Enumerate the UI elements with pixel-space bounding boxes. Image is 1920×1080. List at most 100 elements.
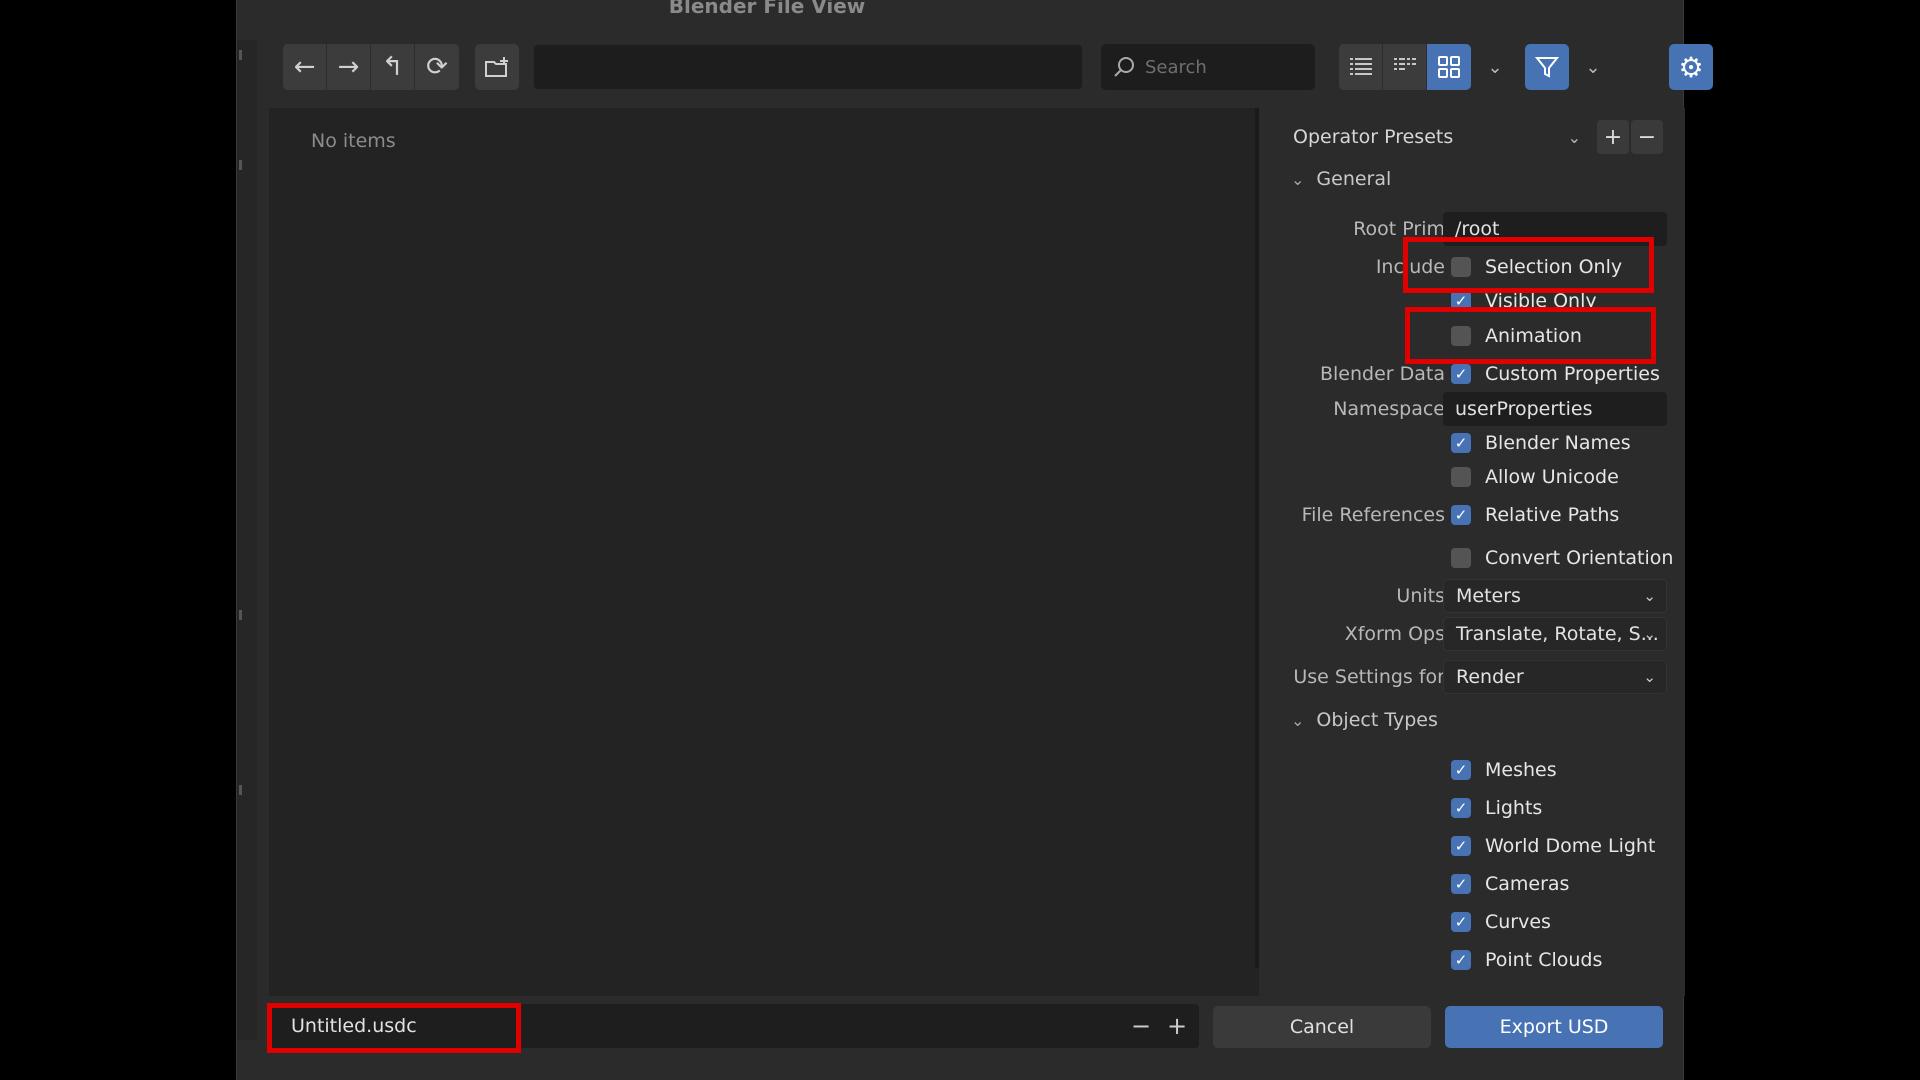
new-folder-button[interactable] [475, 44, 519, 90]
decrement-filename-button[interactable]: − [1123, 1004, 1159, 1048]
increment-filename-button[interactable]: + [1159, 1004, 1195, 1048]
gutter-mark [239, 160, 242, 170]
convert-orientation-checkbox[interactable]: Convert Orientation [1451, 547, 1673, 569]
vertical-list-view-button[interactable] [1339, 44, 1383, 90]
window-title: Blender File View [668, 0, 866, 18]
include-label: Include [1375, 256, 1445, 278]
object-type-checkbox-world-dome-light[interactable]: ✓ World Dome Light [1451, 835, 1655, 857]
operator-presets-dropdown[interactable]: Operator Presets ⌄ [1281, 120, 1591, 154]
general-section-header[interactable]: ⌄ General [1291, 168, 1391, 190]
checkbox-box [1451, 467, 1471, 487]
units-label: Units [1396, 585, 1445, 607]
use-settings-label: Use Settings for [1293, 666, 1445, 688]
checkbox-box [1451, 257, 1471, 277]
blender-names-label: Blender Names [1485, 432, 1631, 454]
object-type-checkbox-cameras[interactable]: ✓ Cameras [1451, 873, 1569, 895]
object-type-checkbox-point-clouds[interactable]: ✓ Point Clouds [1451, 949, 1602, 971]
operator-sidebar: Operator Presets ⌄ + − ⌄ General Root Pr… [1261, 108, 1685, 996]
vertical-list-icon [1349, 58, 1372, 75]
units-select[interactable]: Meters ⌄ [1443, 579, 1667, 613]
forward-button[interactable]: → [327, 44, 371, 90]
object-type-checkbox-curves[interactable]: ✓ Curves [1451, 911, 1551, 933]
remove-preset-button[interactable]: − [1631, 120, 1663, 154]
checkmark-icon: ✓ [1451, 798, 1471, 818]
custom-properties-checkbox[interactable]: ✓ Custom Properties [1451, 363, 1660, 385]
thumbnails-view-button[interactable] [1427, 44, 1471, 90]
animation-label: Animation [1485, 325, 1582, 347]
horizontal-list-icon [1393, 58, 1416, 70]
object-types-section-header[interactable]: ⌄ Object Types [1291, 709, 1438, 731]
new-folder-icon [485, 57, 508, 77]
gutter-mark [239, 785, 242, 795]
checkbox-box [1451, 548, 1471, 568]
arrow-up-icon: ↰ [381, 52, 404, 82]
visible-only-checkbox[interactable]: ✓ Visible Only [1451, 290, 1597, 312]
horizontal-list-view-button[interactable] [1383, 44, 1427, 90]
thumbnails-icon [1438, 56, 1460, 78]
plus-icon: + [1603, 124, 1623, 150]
animation-checkbox[interactable]: Animation [1451, 325, 1582, 347]
filter-settings-dropdown[interactable]: ⌄ [1573, 44, 1613, 90]
use-settings-select[interactable]: Render ⌄ [1443, 660, 1667, 694]
object-type-label: Meshes [1485, 759, 1557, 781]
object-type-checkbox-meshes[interactable]: ✓ Meshes [1451, 759, 1557, 781]
search-input[interactable] [1145, 56, 1305, 78]
object-type-label: World Dome Light [1485, 835, 1656, 857]
checkmark-icon: ✓ [1451, 433, 1471, 453]
add-preset-button[interactable]: + [1597, 120, 1629, 154]
file-list-area[interactable]: No items [269, 108, 1259, 996]
chevron-down-icon: ⌄ [1487, 56, 1503, 78]
arrow-right-icon: → [337, 52, 360, 82]
minus-icon: − [1130, 1012, 1152, 1040]
relative-paths-checkbox[interactable]: ✓ Relative Paths [1451, 504, 1619, 526]
search-field[interactable] [1101, 44, 1315, 90]
nav-button-group: ← → ↰ ⟳ [283, 44, 459, 90]
units-value: Meters [1456, 585, 1521, 607]
empty-state-text: No items [311, 130, 396, 152]
bottom-bar: Untitled.usdc − + Cancel Export USD [269, 1004, 1679, 1054]
filter-icon [1535, 57, 1559, 78]
left-gutter [237, 40, 257, 1040]
toolbar: ← → ↰ ⟳ Search ⌄ ⌄ ⚙ [283, 44, 1713, 90]
blender-data-label: Blender Data [1319, 363, 1445, 385]
parent-directory-button[interactable]: ↰ [371, 44, 415, 90]
checkmark-icon: ✓ [1451, 364, 1471, 384]
refresh-button[interactable]: ⟳ [415, 44, 459, 90]
chevron-down-icon: ⌄ [1643, 587, 1656, 605]
custom-properties-label: Custom Properties [1485, 363, 1660, 385]
cancel-button[interactable]: Cancel [1213, 1006, 1431, 1048]
display-mode-group [1339, 44, 1471, 90]
chevron-down-icon: ⌄ [1291, 169, 1305, 189]
blender-names-checkbox[interactable]: ✓ Blender Names [1451, 432, 1631, 454]
back-button[interactable]: ← [283, 44, 327, 90]
filename-input[interactable]: Untitled.usdc [269, 1004, 1199, 1048]
presets-label: Operator Presets [1293, 126, 1454, 148]
relative-paths-label: Relative Paths [1485, 504, 1620, 526]
chevron-down-icon: ⌄ [1291, 710, 1305, 730]
new-folder-group [475, 44, 519, 90]
settings-button[interactable]: ⚙ [1669, 44, 1713, 90]
export-usd-button[interactable]: Export USD [1445, 1006, 1663, 1048]
refresh-icon: ⟳ [426, 52, 448, 82]
xform-ops-select[interactable]: Translate, Rotate, S... ⌄ [1443, 617, 1667, 651]
region-divider[interactable] [1255, 108, 1259, 968]
object-type-checkbox-lights[interactable]: ✓ Lights [1451, 797, 1542, 819]
selection-only-checkbox[interactable]: Selection Only [1451, 256, 1622, 278]
plus-icon: + [1166, 1012, 1188, 1040]
chevron-down-icon: ⌄ [1643, 668, 1656, 686]
visible-only-label: Visible Only [1485, 290, 1597, 312]
checkmark-icon: ✓ [1451, 505, 1471, 525]
xform-ops-label: Xform Ops [1344, 623, 1445, 645]
checkbox-box [1451, 326, 1471, 346]
arrow-left-icon: ← [293, 52, 316, 82]
directory-path-input[interactable] [533, 44, 1083, 90]
namespace-field[interactable]: userProperties [1443, 392, 1667, 426]
allow-unicode-checkbox[interactable]: Allow Unicode [1451, 466, 1619, 488]
use-settings-value: Render [1456, 666, 1524, 688]
display-settings-dropdown[interactable]: ⌄ [1475, 44, 1515, 90]
root-prim-field[interactable]: /root [1443, 212, 1667, 246]
filter-toggle-button[interactable] [1525, 44, 1569, 90]
checkmark-icon: ✓ [1451, 912, 1471, 932]
chevron-down-icon: ⌄ [1585, 56, 1601, 78]
object-type-label: Point Clouds [1485, 949, 1603, 971]
